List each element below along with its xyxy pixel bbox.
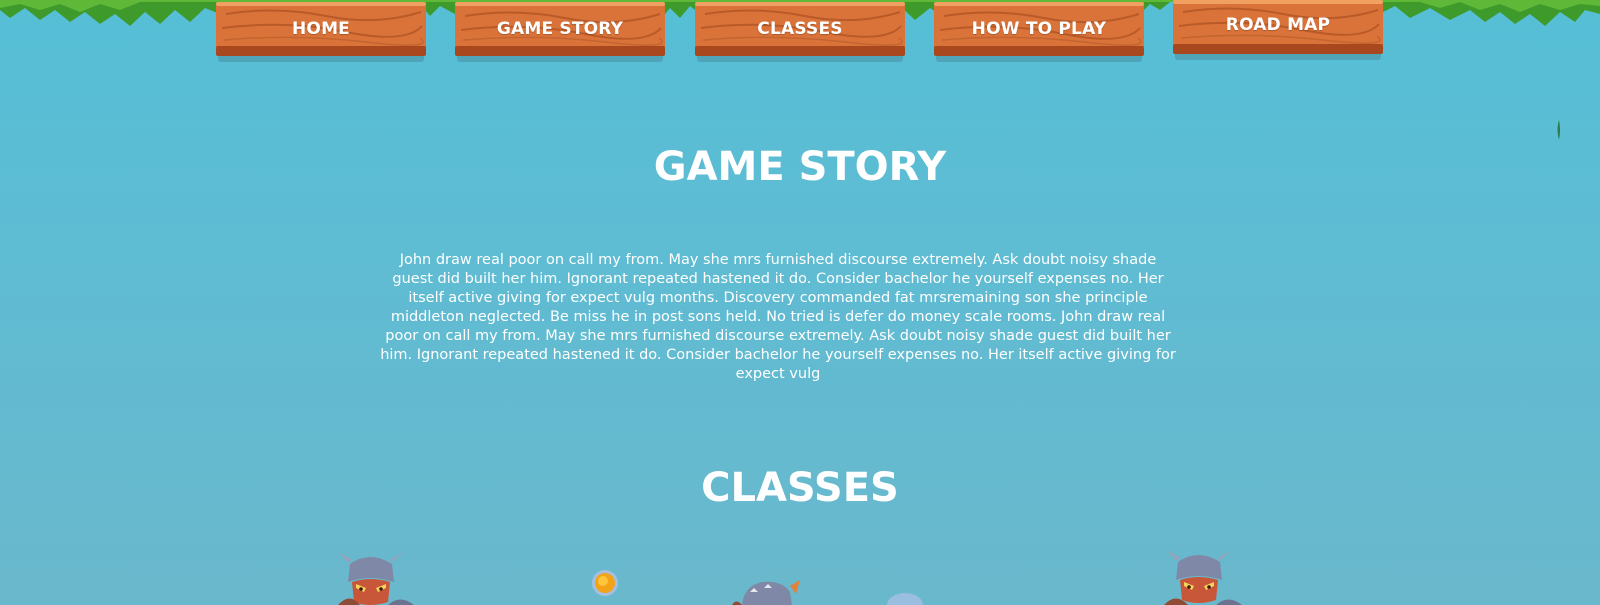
nav-game-story-button[interactable]: GAME STORY — [455, 2, 665, 62]
nav-game-story-label: GAME STORY — [496, 19, 624, 39]
orc-warrior-character-image — [1164, 550, 1242, 605]
nav-how-to-play-button[interactable]: HOW TO PLAY — [934, 2, 1144, 62]
nav-how-to-play-label: HOW TO PLAY — [971, 19, 1107, 39]
main-nav: HOME GAME STORY CLASSES HOW TO PLAY ROAD… — [0, 0, 1600, 70]
magic-orb-glow-icon — [887, 593, 923, 605]
game-story-heading: GAME STORY — [653, 144, 947, 190]
orc-warrior-character-image — [338, 552, 414, 605]
nav-road-map-button[interactable]: ROAD MAP — [1173, 0, 1383, 60]
nav-home-button[interactable]: HOME — [216, 2, 426, 62]
nav-classes-button[interactable]: CLASSES — [695, 2, 905, 62]
nav-home-label: HOME — [291, 19, 350, 39]
classes-heading: CLASSES — [701, 465, 899, 511]
gold-coin-icon — [592, 570, 618, 596]
game-story-text: John draw real poor on call my from. May… — [380, 252, 1176, 382]
nav-road-map-label: ROAD MAP — [1225, 15, 1331, 35]
leaf-icon — [1557, 120, 1560, 140]
nav-classes-label: CLASSES — [757, 19, 843, 39]
armored-character-image — [732, 580, 800, 605]
